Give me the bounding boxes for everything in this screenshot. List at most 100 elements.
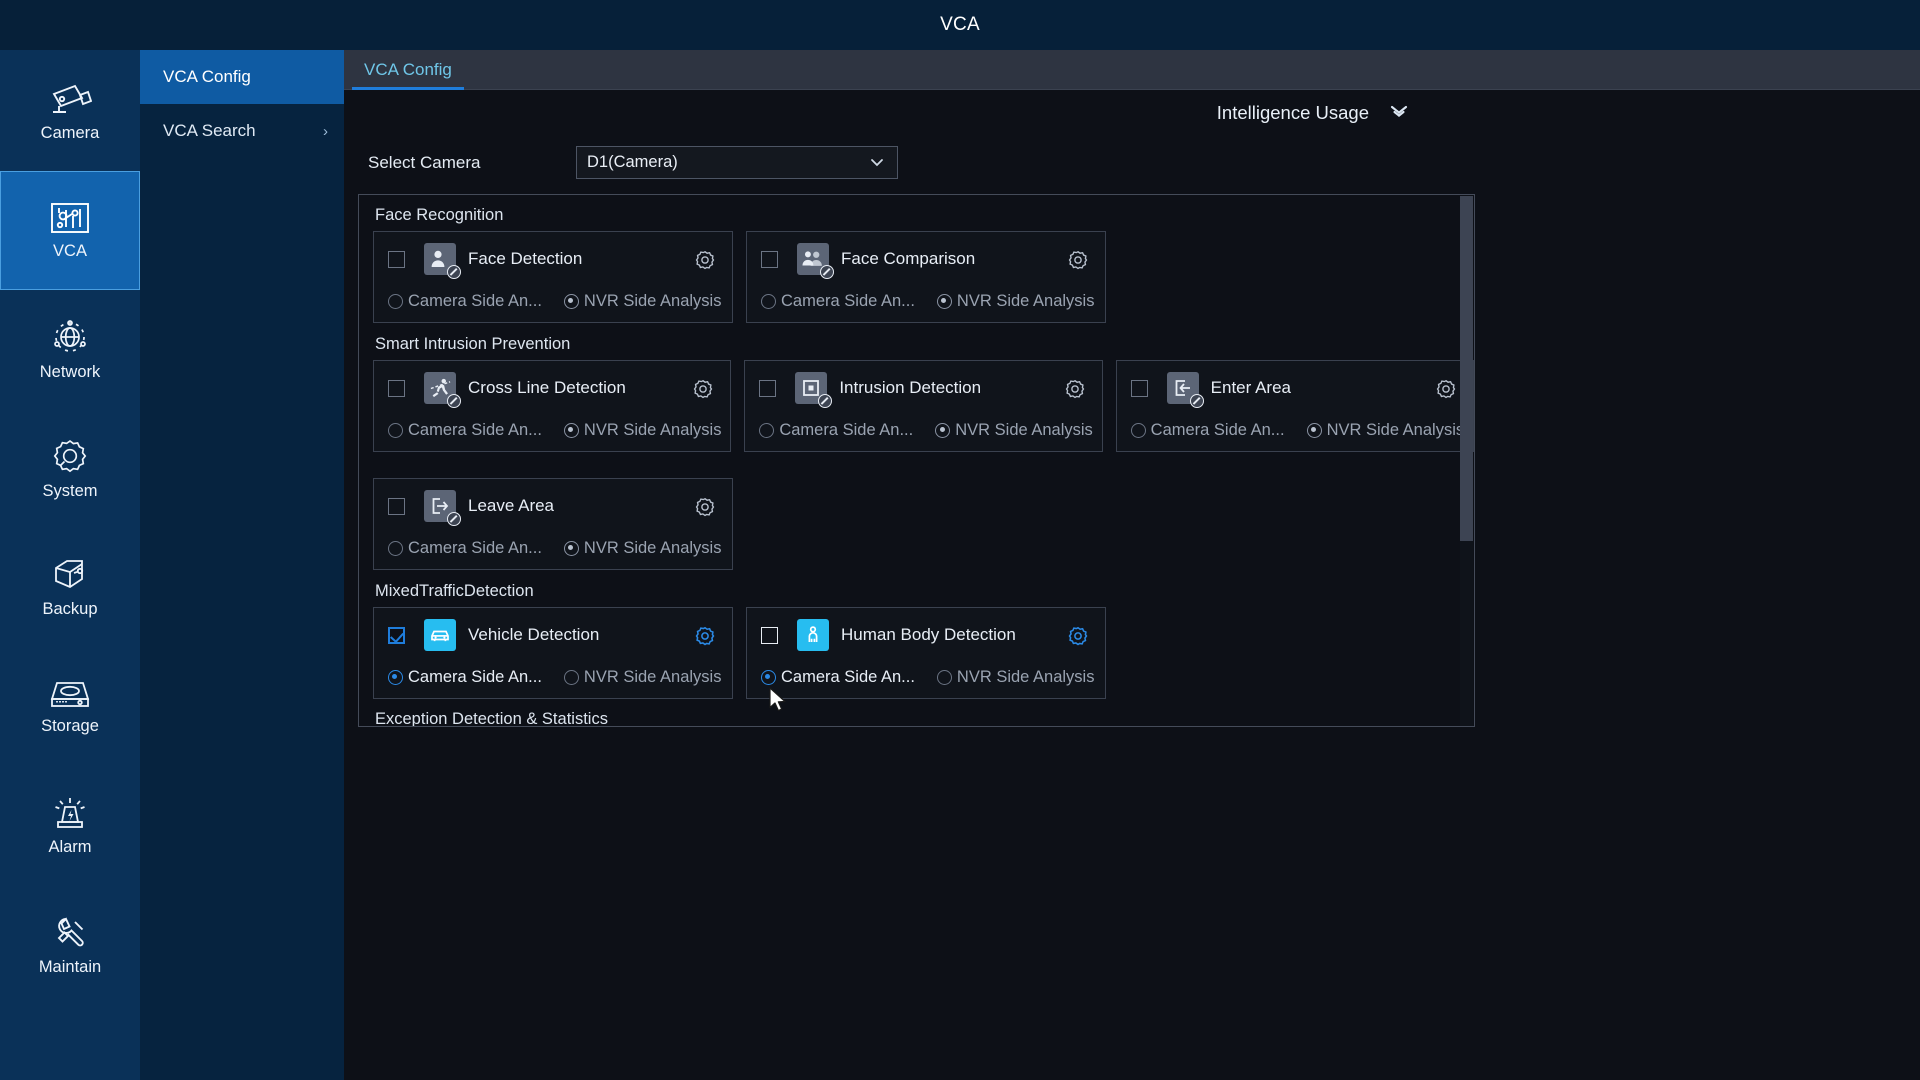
sidebar-item-system[interactable]: System xyxy=(0,409,140,528)
disabled-badge-icon xyxy=(447,265,461,279)
vca-card-vehicle-detection[interactable]: Vehicle Detection Camera Side An... NVR … xyxy=(373,607,733,699)
intelligence-usage-row: Intelligence Usage xyxy=(344,102,1920,138)
radio-nvr-side[interactable]: NVR Side Analysis xyxy=(936,291,1095,311)
vca-card-intrusion-detection[interactable]: Intrusion Detection Camera Side An... NV… xyxy=(744,360,1103,452)
human-body-detection-icon xyxy=(797,619,829,651)
group-cards-leave-area: Leave Area Camera Side An... NVR Side An… xyxy=(373,478,1474,570)
enable-checkbox[interactable] xyxy=(1130,379,1148,397)
enable-checkbox[interactable] xyxy=(759,379,777,397)
radio-camera-side[interactable]: Camera Side An... xyxy=(759,421,913,440)
sidebar-item-backup[interactable]: Backup xyxy=(0,528,140,647)
gear-icon[interactable] xyxy=(694,496,716,523)
radio-indicator xyxy=(936,669,952,685)
intelligence-usage-toggle[interactable]: Intelligence Usage xyxy=(1217,102,1409,124)
radio-label: NVR Side Analysis xyxy=(583,667,722,686)
radio-indicator xyxy=(761,293,776,309)
maintain-wrench-icon xyxy=(51,913,89,951)
gear-icon[interactable] xyxy=(694,249,716,276)
radio-nvr-side[interactable]: NVR Side Analysis xyxy=(1306,420,1465,440)
enable-checkbox[interactable] xyxy=(388,497,405,515)
vca-card-face-detection[interactable]: Face Detection Camera Side An... NVR Sid… xyxy=(373,231,733,323)
card-title: Human Body Detection xyxy=(841,625,1016,644)
gear-icon[interactable] xyxy=(1064,378,1086,405)
group-title-exception-detection: Exception Detection & Statistics xyxy=(375,710,608,727)
sidebar-item-label: Storage xyxy=(41,716,99,735)
panel-scrollbar-track[interactable] xyxy=(1460,196,1473,726)
radio-label: Camera Side An... xyxy=(1150,420,1285,439)
gear-icon[interactable] xyxy=(1435,378,1457,405)
card-header: Face Detection xyxy=(374,232,732,286)
radio-camera-side[interactable]: Camera Side An... xyxy=(388,539,542,558)
enable-checkbox[interactable] xyxy=(761,250,778,268)
select-camera-dropdown[interactable]: D1(Camera) xyxy=(576,146,898,179)
sidebar-item-maintain[interactable]: Maintain xyxy=(0,885,140,1004)
radio-camera-side[interactable]: Camera Side An... xyxy=(388,292,542,311)
radio-label: NVR Side Analysis xyxy=(955,420,1093,439)
card-analysis-mode: Camera Side An... NVR Side Analysis xyxy=(1117,418,1473,442)
radio-camera-side[interactable]: Camera Side An... xyxy=(1130,420,1285,440)
disabled-badge-icon xyxy=(447,512,461,526)
submenu-item-vca-search[interactable]: VCA Search › xyxy=(140,104,344,158)
gear-icon[interactable] xyxy=(694,625,716,652)
radio-label: NVR Side Analysis xyxy=(1326,420,1465,439)
backup-icon xyxy=(51,557,89,593)
radio-nvr-side[interactable]: NVR Side Analysis xyxy=(563,292,721,311)
gear-icon[interactable] xyxy=(692,378,714,405)
radio-label: NVR Side Analysis xyxy=(956,291,1095,310)
enable-checkbox[interactable] xyxy=(388,250,405,268)
radio-nvr-side[interactable]: NVR Side Analysis xyxy=(936,668,1094,687)
card-analysis-mode: Camera Side An... NVR Side Analysis xyxy=(745,418,1101,442)
gear-icon[interactable] xyxy=(1067,625,1089,652)
vca-card-enter-area[interactable]: Enter Area Camera Side An... NVR Side An… xyxy=(1115,360,1474,452)
sidebar-item-alarm[interactable]: Alarm xyxy=(0,766,140,885)
group-title-mixed-traffic-detection: MixedTrafficDetection xyxy=(375,582,534,600)
radio-camera-side[interactable]: Camera Side An... xyxy=(761,668,915,687)
vca-function-list: Face Recognition Face Detection Camera S… xyxy=(359,195,1474,727)
vca-config-window: VCA Camera VCA Network System Backup Sto… xyxy=(0,0,1920,1080)
enable-checkbox[interactable] xyxy=(388,379,405,397)
radio-indicator xyxy=(1130,422,1146,438)
submenu-item-vca-config[interactable]: VCA Config xyxy=(140,50,344,104)
submenu-panel: VCA Config VCA Search › xyxy=(140,50,344,1080)
radio-camera-side[interactable]: Camera Side An... xyxy=(388,668,542,687)
radio-nvr-side[interactable]: NVR Side Analysis xyxy=(563,538,722,558)
vca-card-human-body-detection[interactable]: Human Body Detection Camera Side An... N… xyxy=(746,607,1106,699)
sidebar-item-camera[interactable]: Camera xyxy=(0,52,140,171)
double-chevron-down-icon[interactable] xyxy=(1389,104,1409,122)
radio-camera-side[interactable]: Camera Side An... xyxy=(761,292,915,311)
card-title: Face Detection xyxy=(468,249,583,268)
card-title: Intrusion Detection xyxy=(839,378,982,397)
sidebar-item-network[interactable]: Network xyxy=(0,290,140,409)
radio-nvr-side[interactable]: NVR Side Analysis xyxy=(563,420,722,440)
enable-checkbox[interactable] xyxy=(761,626,778,644)
card-analysis-mode: Camera Side An... NVR Side Analysis xyxy=(374,289,732,313)
sidebar-item-label: System xyxy=(42,481,98,500)
intelligence-usage-label: Intelligence Usage xyxy=(1216,102,1369,123)
gear-icon[interactable] xyxy=(1067,249,1089,276)
sidebar-item-label: Alarm xyxy=(48,837,92,856)
select-camera-value: D1(Camera) xyxy=(587,153,678,171)
chevron-down-icon[interactable] xyxy=(869,154,885,177)
radio-label: NVR Side Analysis xyxy=(583,420,722,439)
radio-nvr-side[interactable]: NVR Side Analysis xyxy=(563,667,722,687)
enable-checkbox[interactable] xyxy=(388,626,405,644)
select-camera-label: Select Camera xyxy=(368,152,481,172)
radio-nvr-side[interactable]: NVR Side Analysis xyxy=(935,421,1093,440)
vca-card-leave-area[interactable]: Leave Area Camera Side An... NVR Side An… xyxy=(373,478,733,570)
vehicle-detection-icon xyxy=(424,619,456,651)
card-header: Vehicle Detection xyxy=(374,608,732,662)
sidebar-item-storage[interactable]: Storage xyxy=(0,647,140,766)
vca-card-cross-line-detection[interactable]: Cross Line Detection Camera Side An... N… xyxy=(373,360,732,452)
tab-vca-config[interactable]: VCA Config xyxy=(352,50,464,90)
radio-label: NVR Side Analysis xyxy=(583,538,722,557)
card-title: Enter Area xyxy=(1210,378,1291,397)
panel-scrollbar-thumb[interactable] xyxy=(1460,196,1473,541)
group-cards-face-recognition: Face Detection Camera Side An... NVR Sid… xyxy=(373,231,1474,323)
radio-camera-side[interactable]: Camera Side An... xyxy=(388,421,542,440)
vca-card-face-comparison[interactable]: Face Comparison Camera Side An... NVR Si… xyxy=(746,231,1106,323)
vca-function-panel: Face Recognition Face Detection Camera S… xyxy=(358,194,1475,727)
sidebar-item-label: Network xyxy=(39,362,101,381)
radio-indicator xyxy=(388,293,403,309)
card-header: Leave Area xyxy=(374,479,732,533)
sidebar-item-vca[interactable]: VCA xyxy=(0,171,140,290)
